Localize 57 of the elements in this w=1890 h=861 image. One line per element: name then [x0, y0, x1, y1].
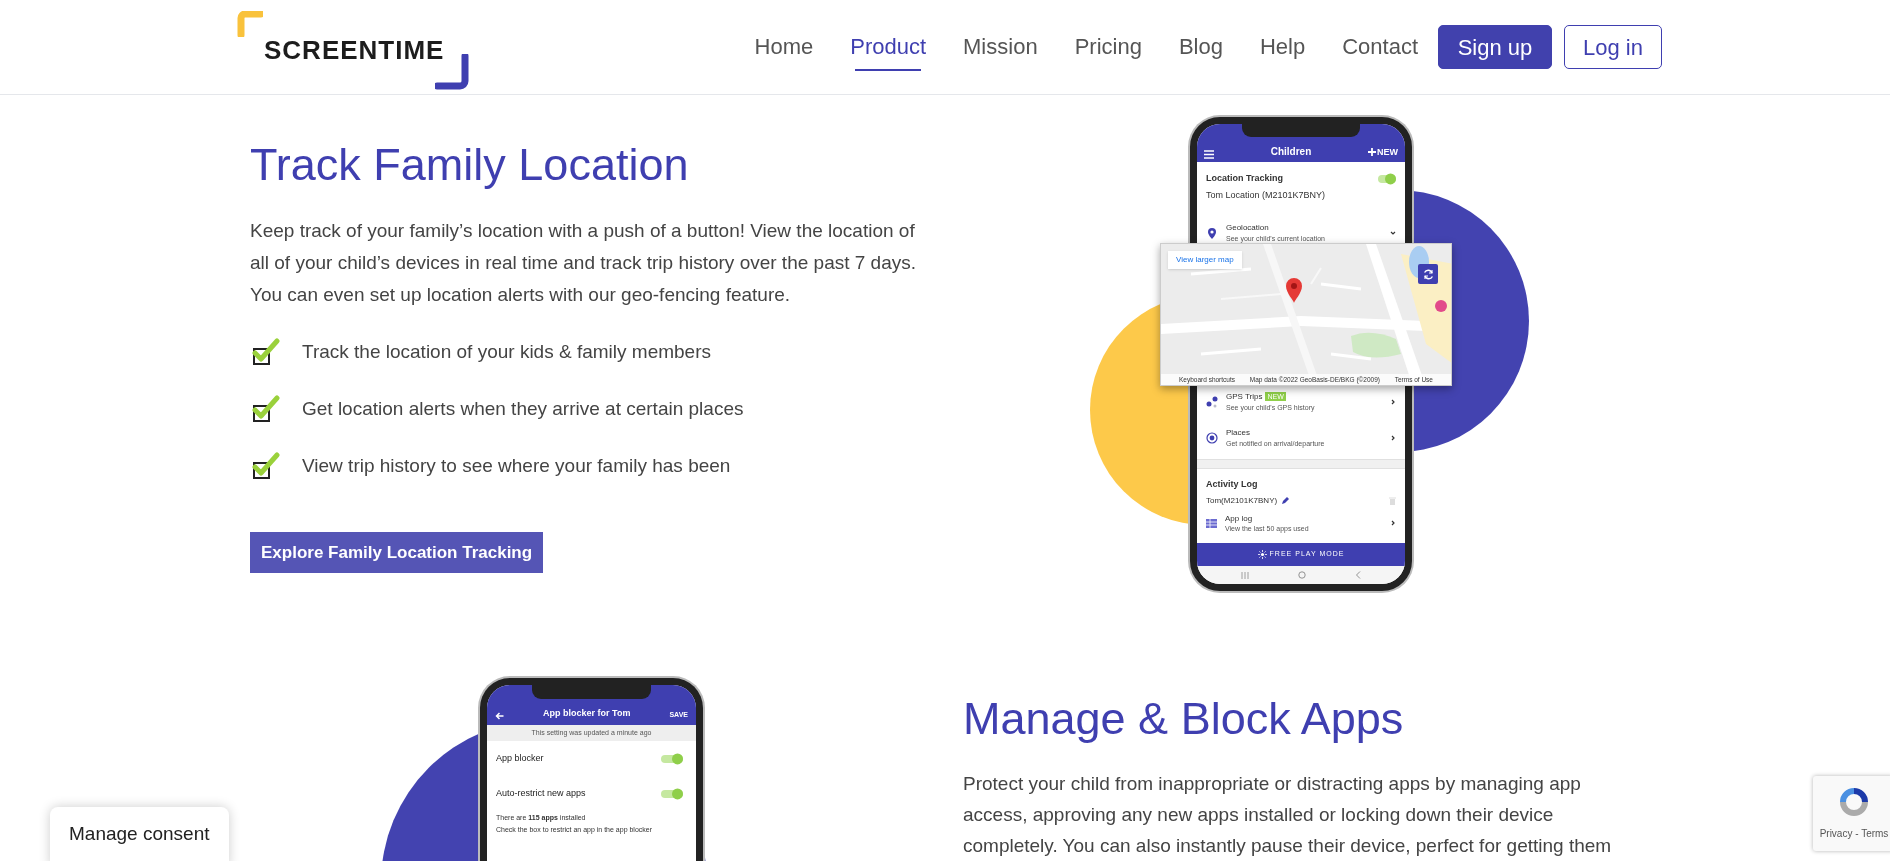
section-heading: Activity Log: [1206, 477, 1259, 491]
home-icon[interactable]: [1298, 571, 1306, 579]
recents-icon[interactable]: [1241, 571, 1250, 579]
chevron-right-icon: [1390, 520, 1396, 526]
toggle-switch[interactable]: [1378, 175, 1396, 183]
nav-link[interactable]: Product: [850, 25, 927, 69]
nav-link[interactable]: Mission: [963, 25, 1038, 69]
chevron-down-icon: [1390, 230, 1396, 237]
setting-label: App blocker: [496, 751, 544, 765]
section-text: Keep track of your family’s location with a push of a button! View the location of all of your child’s devices in real time and track trip history over the past 7 days. You can even set up location alerts with our geo-fencing feature.: [250, 219, 917, 307]
nav-link[interactable]: Pricing: [1074, 25, 1142, 69]
section-text: Protect your child from inappropriate or distracting apps by managing app access, approving any new apps installed or locking down their device completely. You can also instantly pause their device, perfect for getting them: [963, 772, 1613, 858]
screen-title: Children: [1270, 145, 1312, 159]
grid-icon: [1206, 518, 1217, 528]
section-title: Manage & Block Apps: [963, 692, 1405, 746]
setting-label: Location Tracking: [1206, 172, 1284, 185]
chevron-right-icon: [1390, 435, 1396, 442]
consent-button[interactable]: Manage consent: [50, 807, 229, 861]
login-button[interactable]: Log in: [1564, 25, 1662, 69]
refresh-icon: [1422, 268, 1434, 280]
trash-icon[interactable]: [1389, 497, 1396, 505]
map-link[interactable]: View larger map: [1168, 251, 1242, 269]
item-title: Places: [1226, 427, 1250, 439]
device-name: Tom Location (M2101K7BNY): [1206, 188, 1326, 202]
bracket-icon: [237, 11, 263, 37]
item-title: Geolocation: [1226, 222, 1269, 234]
signup-button[interactable]: Sign up: [1438, 25, 1552, 69]
feature-text: View trip history to see where your family has been: [302, 454, 731, 479]
section-title: Track Family Location: [250, 138, 690, 192]
nav-link[interactable]: Home: [754, 25, 814, 69]
feature-text: Get location alerts when they arrive at certain places: [302, 397, 744, 422]
toggle-switch[interactable]: [661, 754, 683, 763]
plus-icon: [1368, 148, 1376, 157]
location-pin-icon: [1206, 227, 1218, 240]
explore-button[interactable]: Explore Family Location Tracking: [250, 532, 544, 573]
screen-title: App blocker for Tom: [543, 706, 631, 720]
pencil-icon[interactable]: [1281, 497, 1290, 505]
refresh-button[interactable]: [1418, 264, 1438, 284]
recaptcha-links[interactable]: Privacy - Terms: [1819, 826, 1889, 841]
target-icon: [1206, 432, 1218, 445]
nav-link[interactable]: Help: [1259, 25, 1306, 69]
nav-link[interactable]: Blog: [1178, 25, 1223, 69]
chevron-right-icon: [1390, 398, 1396, 405]
setting-label: Auto-restrict new apps: [496, 786, 586, 800]
device-name: Tom(M2101K7BNY): [1206, 495, 1278, 507]
feature-text: Track the location of your kids & family members: [302, 340, 711, 365]
nav-link[interactable]: Contact: [1342, 25, 1418, 69]
item-title: GPS Trips: [1226, 390, 1263, 403]
item-title: App log: [1225, 513, 1254, 525]
toggle-switch[interactable]: [661, 789, 683, 798]
sun-icon: [1257, 550, 1267, 559]
back-icon[interactable]: [1354, 571, 1361, 579]
pins-icon: [1206, 395, 1218, 408]
menu-icon[interactable]: [1204, 150, 1214, 159]
back-arrow-icon[interactable]: [495, 712, 504, 720]
new-button[interactable]: NEW: [1368, 145, 1398, 159]
logo-text: SCREENTIME: [264, 37, 445, 63]
